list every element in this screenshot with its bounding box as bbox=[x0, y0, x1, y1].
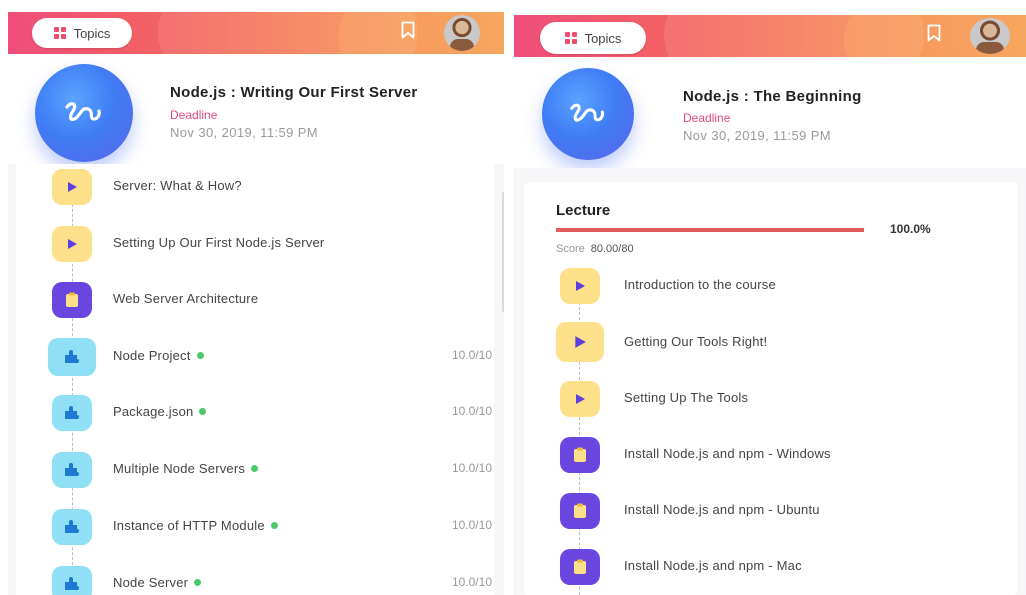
top-bar: Topics bbox=[8, 12, 504, 54]
bookmark-icon[interactable] bbox=[927, 24, 941, 42]
course-title: Node.js : Writing Our First Server bbox=[170, 84, 418, 101]
item-label: Node Project bbox=[113, 348, 204, 363]
item-score: 10.0/10 bbox=[451, 518, 492, 532]
grid-icon bbox=[564, 32, 577, 44]
left-screen: Topics Node.js : Writing Our First Serve… bbox=[8, 0, 504, 595]
item-label: Server: What & How? bbox=[113, 178, 242, 193]
puzzle-icon bbox=[52, 566, 92, 595]
topics-label: Topics bbox=[584, 30, 622, 46]
list-item[interactable]: Multiple Node Servers 10.0/10 bbox=[16, 450, 494, 490]
list-item[interactable]: Setting Up Our First Node.js Server bbox=[16, 224, 494, 264]
item-label: Setting Up Our First Node.js Server bbox=[113, 235, 325, 250]
topic-list: Server: What & How? Setting Up Our First… bbox=[16, 164, 494, 595]
topics-button[interactable]: Topics bbox=[540, 22, 646, 54]
clipboard-icon bbox=[560, 493, 600, 529]
item-label: Setting Up The Tools bbox=[624, 390, 749, 405]
completed-dot bbox=[196, 352, 204, 359]
list-item[interactable]: Web Server Architecture bbox=[16, 280, 494, 320]
course-header: Node.js : The Beginning Deadline Nov 30,… bbox=[514, 58, 1026, 168]
item-score: 10.0/10 bbox=[451, 404, 492, 418]
item-label: Getting Our Tools Right! bbox=[624, 334, 768, 349]
clipboard-icon bbox=[560, 549, 600, 585]
item-label: Install Node.js and npm - Windows bbox=[624, 446, 831, 461]
squiggle-logo-icon bbox=[570, 103, 605, 122]
puzzle-icon bbox=[52, 509, 92, 545]
list-item[interactable]: Introduction to the course bbox=[524, 266, 1018, 306]
video-icon bbox=[560, 268, 600, 304]
completed-dot bbox=[270, 522, 278, 529]
avatar[interactable] bbox=[444, 15, 480, 51]
course-logo bbox=[542, 68, 634, 160]
completed-dot bbox=[194, 579, 202, 586]
list-item[interactable]: Install Node.js and npm - Ubuntu bbox=[524, 491, 1018, 531]
item-label: Instance of HTTP Module bbox=[113, 518, 278, 533]
item-score: 10.0/10 bbox=[451, 348, 492, 362]
avatar[interactable] bbox=[970, 18, 1010, 54]
list-item[interactable]: Getting Our Tools Right! bbox=[524, 320, 1018, 364]
progress-percent: 100.0% bbox=[890, 222, 931, 236]
squiggle-logo-icon bbox=[65, 102, 101, 121]
deadline-label: Deadline bbox=[683, 111, 731, 125]
score-line: Score 80.00/80 bbox=[556, 243, 634, 255]
item-label: Package.json bbox=[113, 404, 207, 419]
lecture-card: Lecture 100.0% Score 80.00/80 Introductio… bbox=[524, 182, 1018, 595]
list-item[interactable]: Instance of HTTP Module 10.0/10 bbox=[16, 507, 494, 547]
course-logo bbox=[35, 64, 133, 162]
deadline-date: Nov 30, 2019, 11:59 PM bbox=[683, 128, 832, 143]
item-score: 10.0/10 bbox=[451, 461, 492, 475]
list-item[interactable]: Install Node.js and npm - Windows bbox=[524, 435, 1018, 475]
topics-label: Topics bbox=[73, 25, 111, 41]
item-label: Install Node.js and npm - Mac bbox=[624, 558, 802, 573]
deadline-label: Deadline bbox=[170, 108, 218, 122]
topics-button[interactable]: Topics bbox=[32, 18, 132, 48]
video-icon bbox=[560, 381, 600, 417]
puzzle-icon bbox=[52, 395, 92, 431]
lecture-area: Lecture 100.0% Score 80.00/80 Introductio… bbox=[514, 168, 1026, 595]
completed-dot bbox=[251, 465, 259, 472]
topic-list-area: Server: What & How? Setting Up Our First… bbox=[8, 164, 504, 595]
right-screen: Topics Node.js : The Beginning Deadline … bbox=[514, 0, 1026, 595]
item-label: Web Server Architecture bbox=[113, 291, 259, 306]
list-item[interactable]: Package.json 10.0/10 bbox=[16, 393, 494, 433]
deadline-date: Nov 30, 2019, 11:59 PM bbox=[170, 125, 319, 140]
course-title: Node.js : The Beginning bbox=[683, 88, 862, 105]
progress-fill bbox=[556, 228, 864, 232]
item-label: Introduction to the course bbox=[624, 277, 776, 292]
bookmark-icon[interactable] bbox=[401, 21, 415, 39]
item-score: 10.0/10 bbox=[451, 575, 492, 589]
list-item[interactable]: Setting Up The Tools bbox=[524, 379, 1018, 419]
progress-bar bbox=[556, 228, 864, 232]
clipboard-icon bbox=[560, 437, 600, 473]
list-item[interactable]: Server: What & How? bbox=[16, 167, 494, 207]
score-value: 80.00/80 bbox=[590, 243, 634, 255]
course-header: Node.js : Writing Our First Server Deadl… bbox=[8, 54, 504, 164]
clipboard-icon bbox=[52, 282, 92, 318]
item-label: Install Node.js and npm - Ubuntu bbox=[624, 502, 820, 517]
item-label: Multiple Node Servers bbox=[113, 461, 259, 476]
list-item[interactable]: Node Project 10.0/10 bbox=[16, 337, 494, 377]
completed-dot bbox=[199, 408, 207, 415]
section-title: Lecture bbox=[556, 202, 611, 219]
puzzle-icon bbox=[48, 338, 96, 376]
list-item[interactable]: Install Node.js and npm - Mac bbox=[524, 547, 1018, 587]
grid-icon bbox=[53, 27, 66, 39]
top-bar: Topics bbox=[514, 15, 1026, 57]
video-icon bbox=[556, 322, 604, 362]
scrollbar[interactable] bbox=[502, 192, 504, 312]
video-icon bbox=[52, 226, 92, 262]
item-label: Node Server bbox=[113, 575, 202, 590]
puzzle-icon bbox=[52, 452, 92, 488]
list-item[interactable]: Node Server 10.0/10 bbox=[16, 564, 494, 595]
video-icon bbox=[52, 169, 92, 205]
